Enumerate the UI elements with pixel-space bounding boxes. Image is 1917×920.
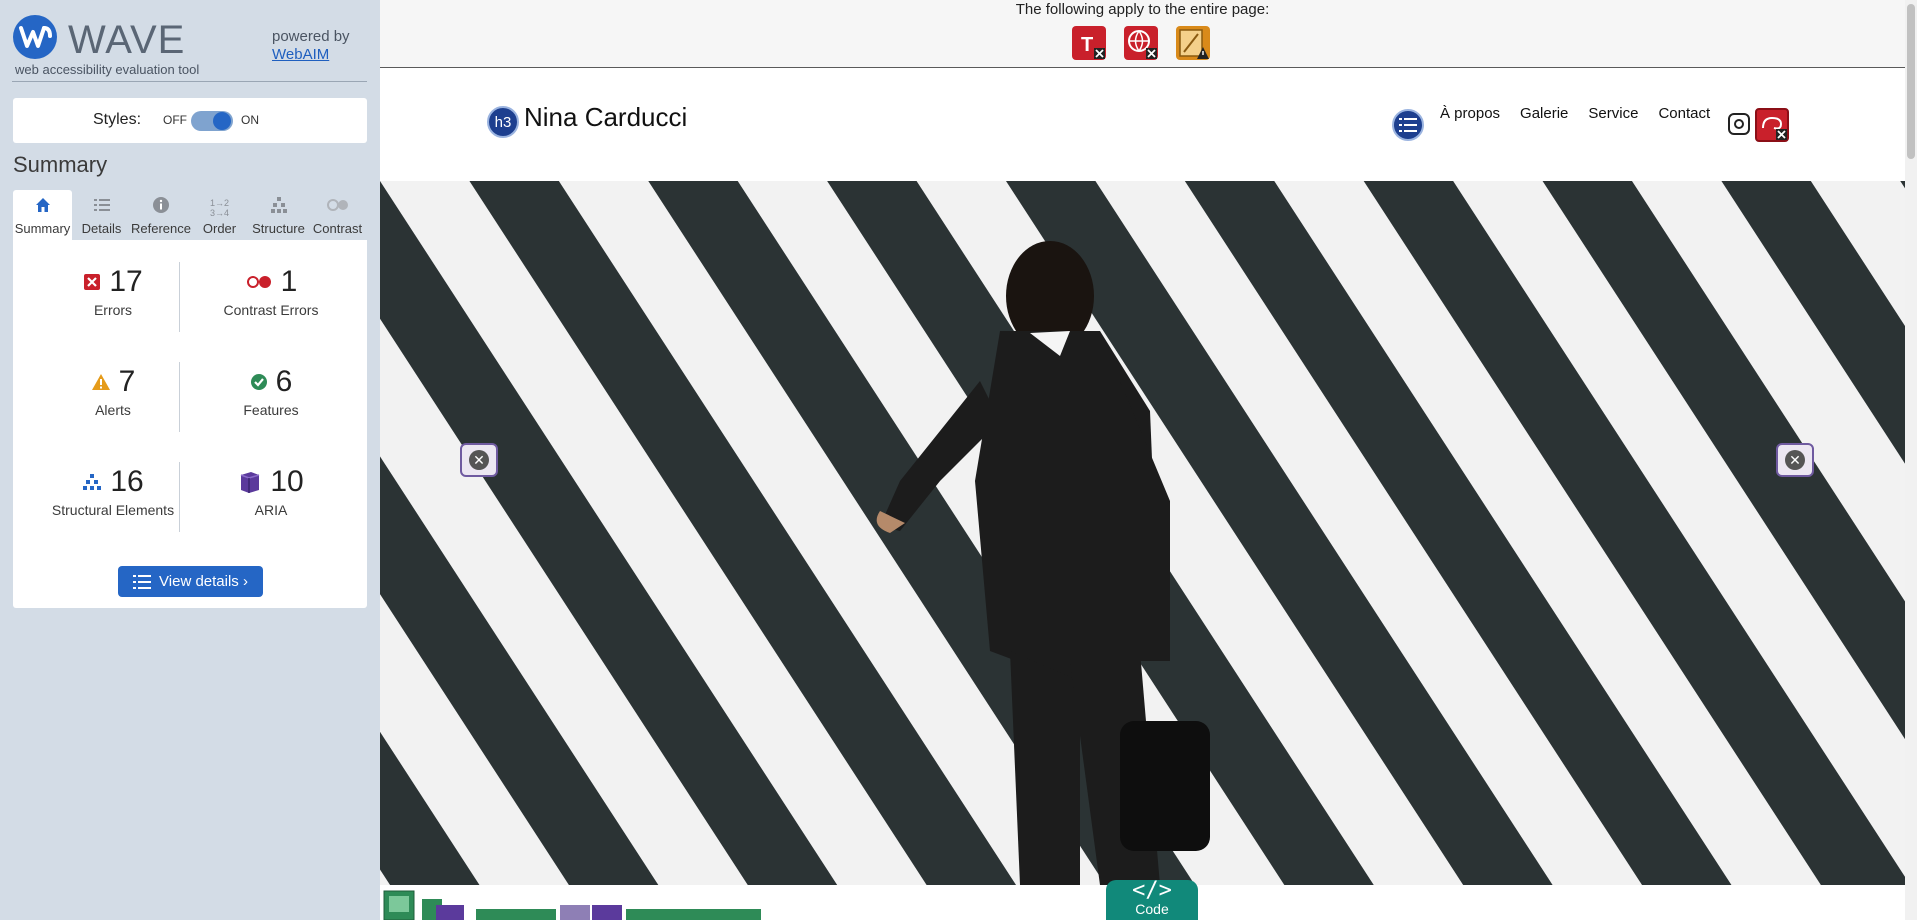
aria-icon [241, 472, 260, 493]
toggle-knob [213, 112, 231, 130]
structure-icon [249, 196, 308, 220]
wave-tagline: web accessibility evaluation tool [15, 62, 200, 77]
errors-count: 17 [109, 265, 143, 298]
tab-label: Structure [252, 221, 305, 236]
stat-features[interactable]: 6 Features [191, 362, 351, 442]
stat-contrast-errors[interactable]: 1 Contrast Errors [191, 262, 351, 342]
features-count: 6 [275, 365, 293, 398]
language-missing-icon[interactable]: T [1072, 26, 1106, 60]
home-icon [13, 196, 72, 220]
site-nav: À propos Galerie Service Contact [1440, 105, 1710, 122]
annotation-icons [383, 890, 761, 920]
site-header: h3 Nina Carducci À propos Galerie Servic… [380, 69, 1905, 181]
tab-reference[interactable]: Reference [131, 190, 191, 240]
tab-order[interactable]: 1→2 3→4 Order [190, 190, 249, 240]
aria-label: ARIA [254, 502, 288, 518]
instagram-icon[interactable] [1728, 113, 1750, 135]
summary-heading: Summary [13, 152, 108, 177]
styles-toggle-box: Styles: OFF ON [13, 98, 367, 143]
aria-count: 10 [270, 465, 304, 498]
contrast-errors-label: Contrast Errors [223, 302, 319, 318]
divider [179, 362, 180, 432]
nav-item-service[interactable]: Service [1588, 105, 1638, 122]
page-title-error-icon[interactable] [1124, 26, 1158, 60]
site-title: Nina Carducci [524, 102, 688, 132]
divider [179, 462, 180, 532]
summary-panel: 17 Errors 1 Contrast Errors 7 Alerts 6 F… [13, 240, 367, 608]
carousel-control-error-icon[interactable]: ✕ [1776, 443, 1814, 477]
wave-app: WAVE web accessibility evaluation tool p… [0, 0, 1917, 920]
panel-tabs: Summary Details Reference 1→23→4 Order [13, 190, 367, 240]
view-details-button[interactable]: View details › [118, 566, 263, 597]
heading-level-badge[interactable]: h3 [487, 106, 519, 138]
view-details-label: View details › [159, 573, 248, 590]
wave-brand: WAVE web accessibility evaluation tool p… [12, 12, 367, 82]
features-label: Features [243, 402, 299, 418]
list-structure-icon[interactable] [1392, 109, 1424, 141]
nav-item-galerie[interactable]: Galerie [1520, 105, 1568, 122]
info-icon [131, 196, 190, 220]
alerts-count: 7 [118, 365, 136, 398]
wave-logo-icon [13, 15, 57, 59]
powered-by: powered by WebAIM [272, 28, 350, 64]
alert-icon[interactable] [1176, 26, 1210, 60]
divider [179, 262, 180, 332]
list-icon [72, 196, 131, 220]
feature-check-icon [250, 374, 267, 390]
order-icon: 1→2 3→4 [209, 198, 229, 218]
hero-image: ✕ ✕ [380, 181, 1905, 885]
code-view-toggle[interactable]: </> Code [1106, 880, 1198, 920]
tab-structure[interactable]: Structure [249, 190, 308, 240]
evaluated-page: The following apply to the entire page: … [380, 0, 1917, 920]
wave-title: WAVE [68, 18, 186, 62]
crosswalk-photo [380, 181, 1905, 885]
wave-sidebar: WAVE web accessibility evaluation tool p… [0, 0, 380, 920]
stat-structural[interactable]: 16 Structural Elements [33, 462, 193, 542]
contrast-errors-count: 1 [280, 265, 298, 298]
error-icon [84, 274, 101, 290]
stat-errors[interactable]: 17 Errors [33, 262, 193, 342]
stat-alerts[interactable]: 7 Alerts [33, 362, 193, 442]
styles-off-label: OFF [163, 113, 187, 127]
webaim-link[interactable]: WebAIM [272, 46, 350, 64]
tab-label: Details [81, 221, 122, 236]
contrast-icon [308, 196, 367, 220]
styles-toggle[interactable] [191, 111, 233, 131]
svg-text:T: T [1081, 34, 1093, 56]
tab-label: Contrast [312, 221, 363, 236]
tab-label: Reference [131, 221, 191, 236]
list-icon [133, 574, 152, 589]
tab-label: Summary [14, 221, 71, 236]
contrast-error-icon [246, 276, 271, 288]
code-icon: </> [1132, 878, 1172, 903]
tab-label: Order [202, 221, 237, 236]
tab-contrast[interactable]: Contrast [308, 190, 367, 240]
carousel-control-error-icon[interactable]: ✕ [460, 443, 498, 477]
tab-summary[interactable]: Summary [13, 190, 72, 240]
structural-label: Structural Elements [51, 502, 175, 518]
page-level-issues-bar: The following apply to the entire page: … [380, 0, 1905, 68]
nav-item-contact[interactable]: Contact [1658, 105, 1710, 122]
alerts-label: Alerts [95, 402, 131, 418]
structure-icon [83, 474, 102, 490]
alert-icon [91, 374, 110, 390]
empty-link-error-icon[interactable] [1755, 108, 1789, 142]
structural-count: 16 [110, 465, 144, 498]
styles-label: Styles: [93, 111, 142, 128]
scrollbar-thumb[interactable] [1907, 4, 1915, 159]
nav-item-a-propos[interactable]: À propos [1440, 105, 1500, 122]
tab-details[interactable]: Details [72, 190, 131, 240]
powered-by-text: powered by [272, 28, 350, 45]
page-scrollbar[interactable] [1905, 0, 1917, 920]
styles-on-label: ON [241, 113, 259, 127]
stat-aria[interactable]: 10 ARIA [191, 462, 351, 542]
page-level-text: The following apply to the entire page: [1015, 1, 1270, 18]
code-tab-label: Code [1135, 901, 1169, 917]
errors-label: Errors [93, 302, 133, 318]
